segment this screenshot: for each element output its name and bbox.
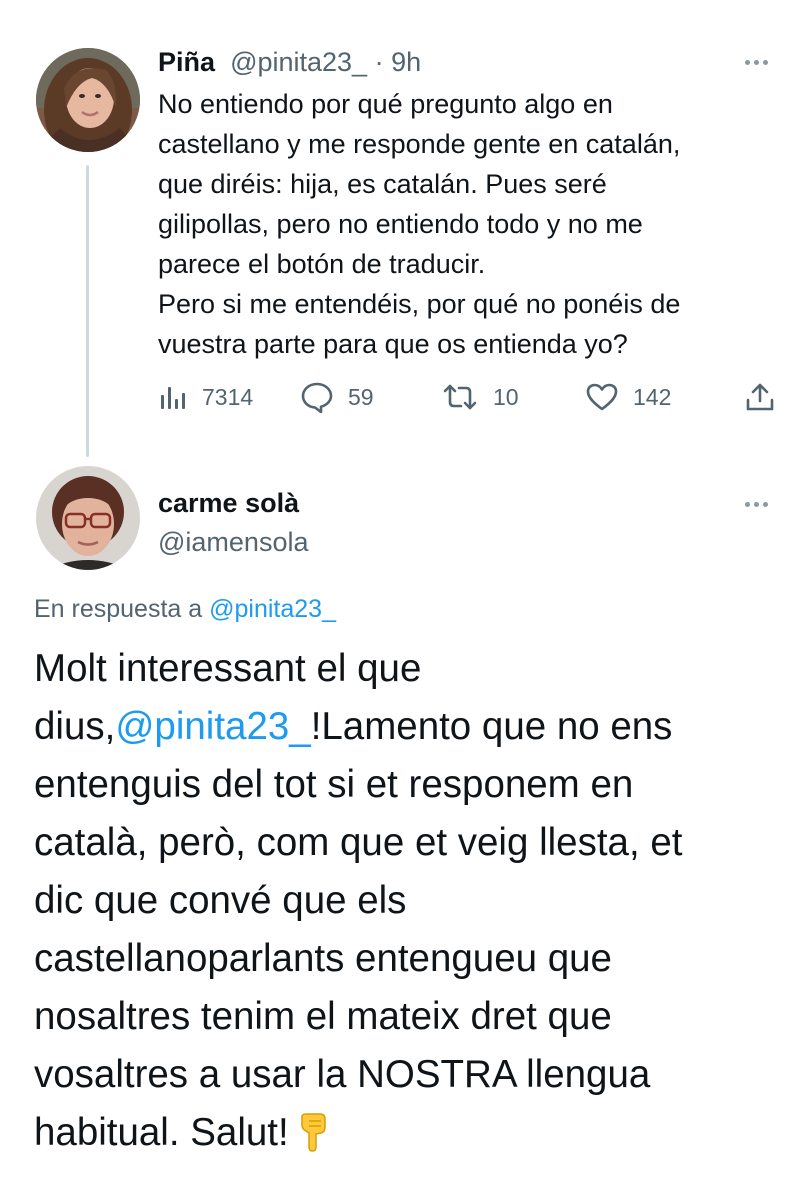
tweet-text-line: Pero si me entendéis, por qué no ponéis … — [158, 289, 681, 319]
like-count: 142 — [633, 383, 672, 410]
tweet1-actions: 7314 59 10 142 — [158, 374, 778, 420]
heart-icon — [585, 382, 619, 412]
author-handle[interactable]: @iamensola — [158, 525, 308, 559]
tweet1-text: No entiendo por qué pregunto algo en cas… — [158, 84, 778, 364]
tweet1-header: Piña @pinita23_ · 9h — [158, 44, 421, 80]
tweet-text-line: Molt interessant el que — [34, 647, 422, 690]
reply-mention-link[interactable]: @pinita23_ — [209, 595, 336, 623]
tweet-text-line: que diréis: hija, es catalán. Pues seré — [158, 169, 607, 199]
tweet-text-line: castellano y me responde gente en catalá… — [158, 129, 681, 159]
tweet-text-line: català, però, com que et veig llesta, et — [34, 821, 683, 864]
tweet-time[interactable]: 9h — [391, 47, 421, 77]
tweet-text-line: habitual. Salut! — [34, 1104, 794, 1170]
author-handle[interactable]: @pinita23_ — [223, 47, 367, 77]
more-dots-icon[interactable] — [745, 502, 768, 507]
thread-connector-line — [86, 165, 89, 457]
tweet-text-segment: habitual. Salut! — [34, 1111, 289, 1154]
tweet-text-line: dius,@pinita23_!Lamento que no ens — [34, 698, 794, 756]
tweet2-text: Molt interessant el que dius,@pinita23_!… — [34, 640, 794, 1170]
separator-dot: · — [367, 47, 392, 77]
author-name[interactable]: carme solà — [158, 486, 299, 520]
retweet-icon — [441, 382, 479, 412]
reply-prefix: En respuesta a — [34, 595, 210, 623]
share-icon — [744, 381, 776, 413]
avatar-pina[interactable] — [36, 48, 140, 152]
tweet-text-segment: !Lamento que no ens — [310, 705, 673, 748]
views-button[interactable]: 7314 — [158, 374, 253, 420]
like-button[interactable]: 142 — [585, 374, 671, 420]
tweet-text-line: castellanoparlants entengueu que — [34, 937, 612, 980]
share-button[interactable] — [744, 374, 776, 420]
tweet-text-line: dic que convé que els — [34, 879, 407, 922]
retweet-count: 10 — [493, 383, 519, 410]
retweet-button[interactable]: 10 — [441, 374, 519, 420]
mention-link[interactable]: @pinita23_ — [115, 705, 310, 748]
avatar-carme[interactable] — [36, 466, 140, 570]
tweet-text-line: gilipollas, pero no entiendo todo y no m… — [158, 209, 643, 239]
author-name[interactable]: Piña — [158, 47, 215, 77]
more-dots-icon[interactable] — [745, 60, 768, 65]
pointing-down-emoji-icon — [295, 1112, 331, 1170]
views-count: 7314 — [202, 383, 254, 410]
speech-bubble-icon — [300, 381, 334, 413]
tweet-text-line: vuestra parte para que os entienda yo? — [158, 329, 628, 359]
tweet-text-line: vosaltres a usar la NOSTRA llengua — [34, 1053, 651, 1096]
bar-chart-icon — [158, 382, 188, 412]
reply-context: En respuesta a @pinita23_ — [34, 592, 336, 626]
tweet-text-line: parece el botón de traducir. — [158, 249, 486, 279]
reply-count: 59 — [348, 383, 374, 410]
reply-button[interactable]: 59 — [300, 374, 374, 420]
tweet-text-segment: dius, — [34, 705, 116, 748]
tweet-text-line: nosaltres tenim el mateix dret que — [34, 995, 612, 1038]
tweet-text-line: entenguis del tot si et responem en — [34, 763, 634, 806]
tweet-text-line: No entiendo por qué pregunto algo en — [158, 89, 613, 119]
